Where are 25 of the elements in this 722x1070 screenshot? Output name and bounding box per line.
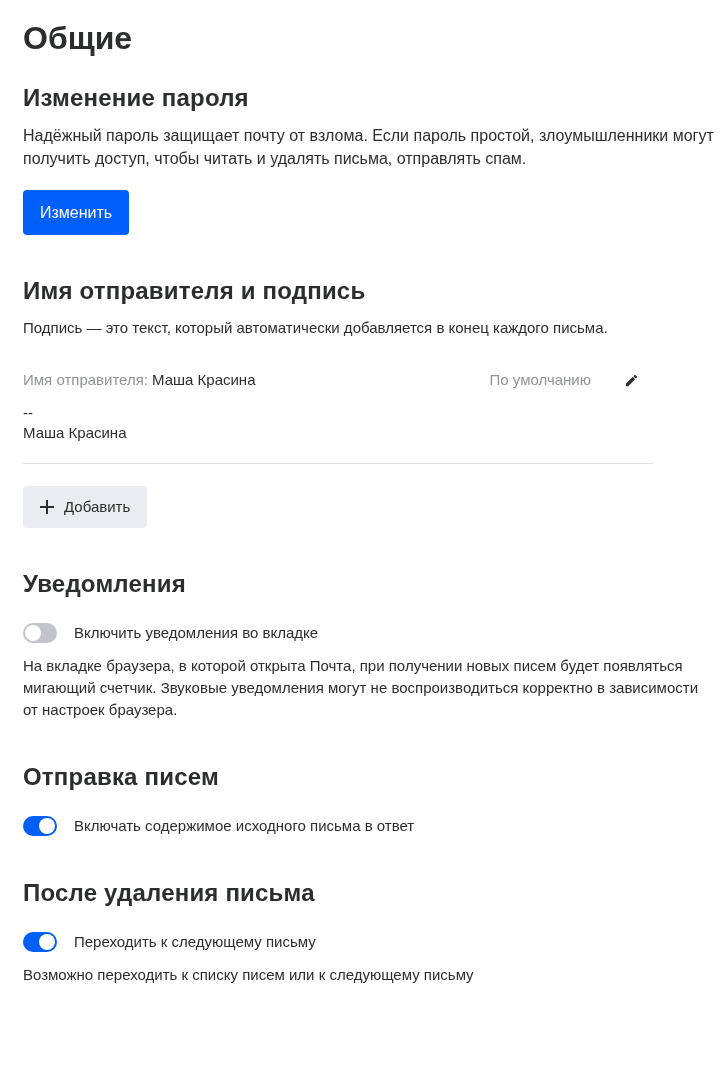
description-text: Возможно переходить к списку писем или к следующему письму	[23, 964, 475, 985]
toggle-switch[interactable]	[23, 932, 57, 953]
signature-line: Маша Красина	[23, 423, 128, 443]
toggle-switch[interactable]	[23, 815, 57, 836]
toggle-switch[interactable]	[23, 623, 57, 644]
pencil-icon	[623, 372, 639, 388]
add-button[interactable]: Добавить	[23, 486, 148, 528]
section-heading: Уведомления	[23, 569, 187, 599]
section-heading: Отправка писем	[23, 761, 220, 792]
plus-icon	[40, 500, 54, 514]
description-text: На вкладке браузера, в которой открыта Почта, при получении новых писем будет появляться мигающий счетчик. Звуковые уведомления могут не воспроизводиться корректно в зависимости от настроек браузера.	[23, 655, 699, 720]
toggle-label: Включать содержимое исходного письма в ответ	[74, 815, 415, 836]
toggle-label: Включить уведомления во вкладке	[74, 623, 319, 643]
signature-line: --	[23, 403, 34, 423]
section-heading: Изменение пароля	[23, 83, 250, 113]
sender-label: Имя отправителя:	[23, 370, 148, 390]
toggle-label: Переходить к следующему письму	[74, 932, 316, 952]
section-heading: После удаления письма	[23, 878, 316, 908]
description-text: Надёжный пароль защищает почту от взлома. Если пароль простой, злоумышленники могут получить доступ, чтобы читать и удалять письма, отправлять спам.	[23, 126, 715, 169]
default-label: По умолчанию	[489, 370, 591, 390]
sender-name: Маша Красина	[152, 370, 256, 390]
page-title: Общие	[23, 19, 134, 58]
section-heading: Имя отправителя и подпись	[23, 276, 367, 306]
description-text: Подпись — это текст, который автоматически добавляется в конец каждого письма.	[23, 318, 609, 338]
change-button[interactable]: Изменить	[23, 190, 130, 235]
